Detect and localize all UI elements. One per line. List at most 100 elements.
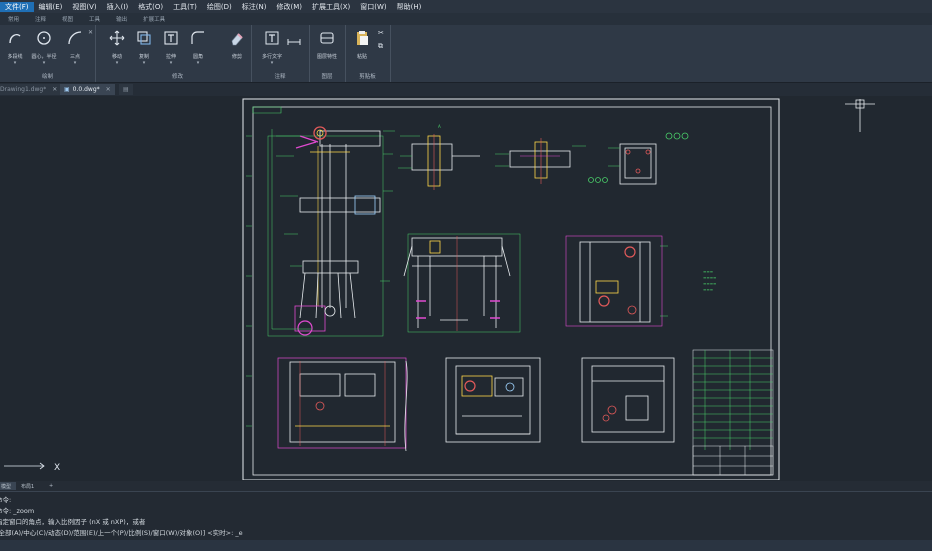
stretch-icon — [164, 31, 178, 45]
crosshair-cursor-icon — [845, 99, 875, 132]
doc-tab-label: Drawing1.dwg* — [0, 86, 47, 93]
section-view-1 — [277, 357, 408, 452]
menu-item[interactable]: 插入(I) — [102, 2, 134, 12]
menu-item[interactable]: 修改(M) — [271, 2, 307, 12]
ribbon-tab-bar: 常用 注释 视图 工具 输出 扩展工具 — [0, 13, 932, 25]
ribbon-tab[interactable]: 扩展工具 — [135, 15, 173, 23]
command-line-3: 指定窗口的角点，输入比例因子 (nX 或 nXP)，或者 — [0, 518, 146, 526]
status-bar — [0, 540, 932, 551]
ucs-icon — [4, 462, 45, 470]
menu-item[interactable]: 工具(T) — [168, 2, 202, 12]
cut-icon[interactable]: ✂ — [378, 29, 384, 37]
polyline-button[interactable]: 多段线 ▾ — [2, 28, 28, 66]
ribbon-tab[interactable]: 工具 — [81, 15, 108, 23]
doc-tab-label: 0.0.dwg* — [72, 86, 100, 93]
new-tab-button[interactable]: ▤ — [119, 84, 133, 95]
ribbon-tab[interactable]: 常用 — [0, 15, 27, 23]
ribbon-group-modify: 移动 ▾ 复制 ▾ 拉伸 ▾ 圆角 ▾ 修剪 修改 — [104, 25, 252, 82]
copy-clip-icon[interactable]: ⧉ — [378, 42, 383, 51]
plus-icon: + — [49, 483, 54, 489]
copy-button[interactable]: 复制 ▾ — [131, 28, 157, 66]
paste-label: 粘贴 — [356, 54, 367, 60]
front-view — [403, 233, 521, 333]
chevron-down-icon[interactable]: ▾ — [185, 60, 211, 66]
add-layout-button[interactable]: + — [44, 482, 58, 490]
paste-button[interactable]: 粘贴 — [349, 28, 375, 60]
ribbon-tab[interactable]: 输出 — [108, 15, 135, 23]
title-block — [692, 349, 774, 476]
chevron-down-icon[interactable]: ▾ — [158, 60, 184, 66]
ucs-x-label: X — [54, 463, 60, 473]
ribbon-tab[interactable]: 注释 — [27, 15, 54, 23]
command-line-2: 命令: _zoom — [0, 507, 35, 515]
fillet-label: 圆角 — [192, 54, 203, 60]
svg-text:≡≡≡: ≡≡≡ — [703, 287, 713, 292]
close-icon[interactable]: ✕ — [52, 86, 57, 93]
detail-view-1: A — [398, 124, 480, 190]
trim-button[interactable]: 修剪 — [224, 28, 250, 60]
tab-model[interactable]: 模型 — [0, 482, 17, 490]
svg-text:≡≡≡≡: ≡≡≡≡ — [703, 281, 716, 286]
stretch-button[interactable]: 拉伸 ▾ — [158, 28, 184, 66]
polyline-icon — [9, 34, 21, 44]
text-icon — [265, 31, 279, 45]
command-window[interactable]: 命令: 命令: _zoom 指定窗口的角点，输入比例因子 (nX 或 nXP)，… — [0, 491, 932, 541]
ribbon-group-annotate: 多行文字 ▾ 注释 — [251, 25, 310, 82]
menu-item[interactable]: 绘图(D) — [202, 2, 237, 12]
chevron-down-icon[interactable]: ▾ — [257, 60, 287, 66]
menu-item[interactable]: 标注(N) — [237, 2, 272, 12]
paste-icon — [357, 31, 368, 45]
side-view: ≡≡≡ ≡≡≡≡ ≡≡≡≡ ≡≡≡ — [565, 235, 716, 327]
stretch-label: 拉伸 — [165, 54, 176, 60]
move-button[interactable]: 移动 ▾ — [104, 28, 130, 66]
ribbon-group-clipboard: 粘贴 ✂ ⧉ 剪贴板 — [345, 25, 391, 82]
chevron-down-icon[interactable]: ▾ — [104, 60, 130, 66]
section-view-3 — [581, 357, 675, 443]
circle-button[interactable]: 圆心，半径 ▾ — [31, 28, 57, 66]
menu-bar: 文件(F) 编辑(E) 视图(V) 插入(I) 格式(O) 工具(T) 绘图(D) 标注(N)… — [0, 0, 932, 13]
drawing-canvas[interactable]: A ≡≡≡ ≡≡≡≡ ≡≡≡≡ ≡≡≡ X — [0, 96, 932, 481]
doc-tab-drawing1[interactable]: Drawing1.dwg* ✕ — [0, 84, 62, 95]
menu-item[interactable]: 文件(F) — [0, 1, 34, 12]
arc-label: 三点 — [69, 54, 80, 60]
mtext-label: 多行文字 — [261, 54, 282, 60]
dimension-icon[interactable] — [287, 31, 301, 50]
arc-button[interactable]: 三点 ▾ — [62, 28, 88, 66]
svg-text:≡≡≡≡: ≡≡≡≡ — [703, 275, 716, 280]
circle-label: 圆心，半径 — [31, 54, 57, 60]
drawing-sheet: A ≡≡≡ ≡≡≡≡ ≡≡≡≡ ≡≡≡ X — [4, 98, 875, 481]
menu-item[interactable]: 视图(V) — [67, 2, 101, 12]
menu-item[interactable]: 编辑(E) — [34, 2, 68, 12]
tab-layout1-label: 布局1 — [21, 483, 35, 490]
ribbon-group-label-layers: 图层 — [321, 74, 333, 80]
close-icon[interactable]: ✕ — [106, 86, 111, 93]
ribbon-tab[interactable]: 视图 — [54, 15, 81, 23]
chevron-down-icon[interactable]: ▾ — [31, 60, 57, 66]
layout-tab-bar: 模型 布局1 + — [0, 481, 932, 491]
menu-item[interactable]: 格式(O) — [133, 2, 168, 12]
menu-item[interactable]: 窗口(W) — [355, 2, 391, 12]
mtext-button[interactable]: 多行文字 ▾ — [257, 28, 287, 66]
menu-item[interactable]: 帮助(H) — [392, 2, 427, 12]
ribbon-group-label-modify: 修改 — [171, 74, 183, 80]
trim-label: 修剪 — [231, 54, 242, 60]
ribbon-group-label-clipboard: 剪贴板 — [359, 74, 376, 80]
cross-icon[interactable]: ✕ — [88, 29, 93, 36]
chevron-down-icon[interactable]: ▾ — [131, 60, 157, 66]
chevron-down-icon[interactable]: ▾ — [62, 60, 88, 66]
menu-item[interactable]: 扩展工具(X) — [307, 2, 355, 12]
new-file-icon: ▤ — [123, 86, 129, 93]
svg-text:A: A — [438, 124, 441, 129]
copy-label: 复制 — [138, 54, 149, 60]
detail-view-3 — [588, 132, 689, 185]
doc-tab-current[interactable]: ▣ 0.0.dwg* ✕ — [60, 84, 115, 95]
polyline-label: 多段线 — [7, 54, 23, 60]
move-icon — [109, 30, 125, 46]
command-line-4: [全部(A)/中心(C)/动态(D)/范围(E)/上一个(P)/比例(S)/窗口… — [0, 529, 243, 537]
fillet-button[interactable]: 圆角 ▾ — [185, 28, 211, 66]
arc-icon — [68, 31, 82, 45]
copy-icon — [137, 31, 151, 45]
tab-layout1[interactable]: 布局1 — [16, 482, 39, 490]
layer-properties-button[interactable]: 图层特性 — [313, 28, 341, 60]
chevron-down-icon[interactable]: ▾ — [2, 60, 28, 66]
